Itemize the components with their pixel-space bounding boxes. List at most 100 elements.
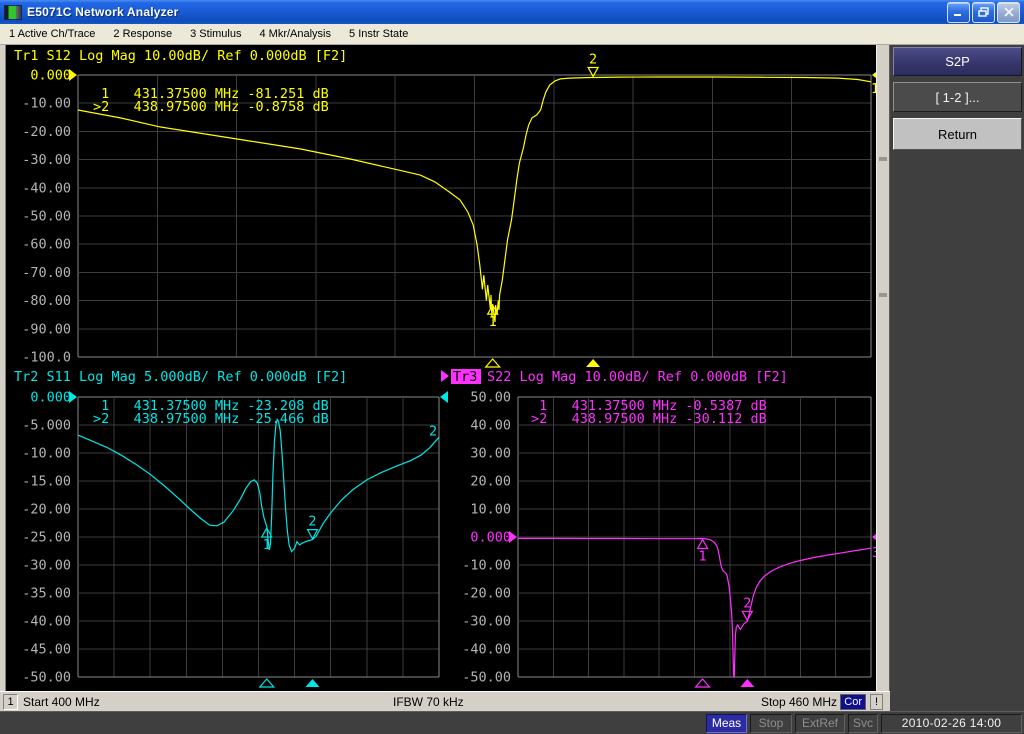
tr1-marker1-label: 1: [489, 314, 497, 330]
tr1-y-axis-label: -10.00: [22, 96, 71, 112]
plot-area[interactable]: 0.000 -10.00 -20.00 -30.00 -40.00 -50.00 -60.0…: [0, 45, 884, 691]
tr1-y-axis-label: -20.00: [22, 124, 71, 140]
splitter-notch: [879, 293, 887, 297]
tr1-stimulus-marker1-icon[interactable]: [486, 359, 500, 367]
tr3-marker-readout: >2 438.97500 MHz -30.112 dB: [531, 411, 767, 427]
datetime-display: 2010-02-26 14:00: [881, 714, 1022, 733]
meas-indicator: Meas: [706, 714, 747, 733]
tr2-marker-readout: >2 438.97500 MHz -25.466 dB: [93, 411, 329, 427]
tr2-y-axis-label: 0.000: [30, 390, 71, 406]
tr1-y-axis-label: -40.00: [22, 180, 71, 196]
tr1-y-axis-label: -30.00: [22, 152, 71, 168]
tr2-y-axis-label: -35.00: [22, 586, 71, 602]
menu-item[interactable]: 4 Mkr/Analysis: [250, 25, 340, 43]
tr2-header: Tr2 S11 Log Mag 5.000dB/ Ref 0.000dB [F2…: [14, 369, 347, 385]
sweep-stop-indicator: Stop: [750, 714, 792, 733]
tr3-y-axis-label: -20.00: [462, 586, 511, 602]
tr3-y-axis-label: 30.00: [470, 446, 511, 462]
close-icon: [1004, 7, 1014, 17]
tr2-stimulus-marker2-icon[interactable]: [305, 679, 319, 687]
tr1-y-axis-label: -80.00: [22, 293, 71, 309]
tr2-y-axis-label: -5.000: [22, 418, 71, 434]
tr3-y-axis-label: 40.00: [470, 418, 511, 434]
tr2-y-axis-label: -50.00: [22, 670, 71, 686]
status-bar: 1 Start 400 MHz IFBW 70 kHz Stop 460 MHz…: [0, 691, 1024, 711]
tr1-y-axis-label: -70.00: [22, 265, 71, 281]
window-controls: [947, 2, 1020, 23]
tr2-y-axis-label: -10.00: [22, 446, 71, 462]
active-trace-arrow-icon: [441, 370, 449, 382]
tr3-marker1-icon[interactable]: [698, 540, 708, 549]
tr1-y-axis-label: 0.000: [30, 68, 71, 84]
tr3-y-axis-label: -10.00: [462, 558, 511, 574]
tr3-y-axis-label: 50.00: [470, 390, 511, 406]
menu-item[interactable]: 3 Stimulus: [181, 25, 250, 43]
tr3-marker1-label: 1: [699, 549, 707, 565]
tr1-plot[interactable]: 0.000 -10.00 -20.00 -30.00 -40.00 -50.00 -60.0…: [14, 48, 880, 367]
tr1-y-axis-label: -100.0: [22, 350, 71, 366]
extref-indicator: ExtRef: [795, 714, 845, 733]
softkey-splitter: [876, 45, 890, 691]
tr2-marker2-label: 2: [308, 514, 316, 530]
window-title: E5071C Network Analyzer: [27, 5, 179, 19]
tr2-y-axis-label: -25.00: [22, 530, 71, 546]
softkey-button-ports[interactable]: [ 1-2 ]...: [893, 82, 1022, 112]
tr3-y-axis-label: 10.00: [470, 502, 511, 518]
warning-badge: !: [870, 694, 883, 710]
tr1-marker-readout: >2 438.97500 MHz -0.8758 dB: [93, 99, 329, 115]
close-button[interactable]: [997, 2, 1020, 23]
softkey-panel: S2P [ 1-2 ]... Return: [890, 45, 1024, 691]
e5071c-window: E5071C Network Analyzer 1 Active Ch/Trac…: [0, 0, 1024, 734]
tr2-trace-number-label: 2: [429, 423, 437, 439]
menu-item[interactable]: 2 Response: [104, 25, 181, 43]
tr1-stimulus-marker2-icon[interactable]: [586, 359, 600, 367]
tr3-y-axis-label: -40.00: [462, 642, 511, 658]
restore-button[interactable]: [972, 2, 995, 23]
tr3-marker2-label: 2: [743, 595, 751, 611]
tr3-y-axis-label: -50.00: [462, 670, 511, 686]
minimize-button[interactable]: [947, 2, 970, 23]
correction-badge: Cor: [840, 694, 866, 710]
tr1-y-axis-label: -50.00: [22, 209, 71, 225]
tr3-plot[interactable]: 50.00 40.00 30.00 20.00 10.00 0.000 -10.00 -20.…: [441, 369, 880, 687]
tr3-y-axis-label: -30.00: [462, 614, 511, 630]
tr2-y-axis-label: -45.00: [22, 642, 71, 658]
menu-bar: 1 Active Ch/Trace2 Response3 Stimulus4 M…: [0, 24, 1024, 45]
tr2-y-axis-label: -15.00: [22, 474, 71, 490]
tr2-y-axis-label: -20.00: [22, 502, 71, 518]
menu-item[interactable]: 1 Active Ch/Trace: [0, 25, 104, 43]
tr1-header: Tr1 S12 Log Mag 10.00dB/ Ref 0.000dB [F2…: [14, 48, 347, 64]
minimize-icon: [953, 8, 964, 17]
tr2-ref-level-arrow-left: [69, 391, 77, 403]
tr1-y-axis-label: -60.00: [22, 237, 71, 253]
tr3-stimulus-marker2-icon[interactable]: [740, 679, 754, 687]
tr3-y-axis-label: 20.00: [470, 474, 511, 490]
instrument-status-bar: Meas Stop ExtRef Svc 2010-02-26 14:00: [0, 711, 1024, 734]
stop-frequency-label: Stop 460 MHz: [761, 695, 837, 709]
tr2-stimulus-marker1-icon[interactable]: [260, 679, 274, 687]
app-icon: [4, 5, 22, 20]
softkey-return-button[interactable]: Return: [893, 118, 1022, 150]
tr2-ref-level-arrow-right: [440, 391, 448, 403]
tr2-marker1-label: 1: [263, 537, 271, 553]
tr1-ref-level-arrow-left: [69, 69, 77, 81]
tr1-marker2-label: 2: [589, 51, 597, 67]
svc-indicator: Svc: [848, 714, 878, 733]
restore-icon: [978, 7, 989, 17]
instrument-screen: 0.000 -10.00 -20.00 -30.00 -40.00 -50.00 -60.0…: [0, 45, 1024, 691]
tr2-plot[interactable]: 0.000 -5.000 -10.00 -15.00 -20.00 -25.00 -30.0…: [14, 369, 448, 687]
title-bar[interactable]: E5071C Network Analyzer: [0, 0, 1024, 24]
tr2-y-axis-label: -30.00: [22, 558, 71, 574]
tr3-y-axis-label: 0.000: [470, 530, 511, 546]
channel-indicator: 1: [3, 694, 18, 710]
tr3-badge-label: Tr3: [453, 369, 477, 385]
tr2-y-axis-label: -40.00: [22, 614, 71, 630]
tr3-stimulus-marker1-icon[interactable]: [696, 679, 710, 687]
ifbw-label: IFBW 70 kHz: [393, 695, 464, 709]
splitter-notch: [879, 157, 887, 161]
status-bar-inner: 1 Start 400 MHz IFBW 70 kHz Stop 460 MHz…: [0, 691, 890, 711]
menu-item[interactable]: 5 Instr State: [340, 25, 417, 43]
softkey-menu-title: S2P: [893, 47, 1022, 76]
start-frequency-label: Start 400 MHz: [23, 695, 100, 709]
tr3-header: S22 Log Mag 10.00dB/ Ref 0.000dB [F2]: [487, 369, 788, 385]
